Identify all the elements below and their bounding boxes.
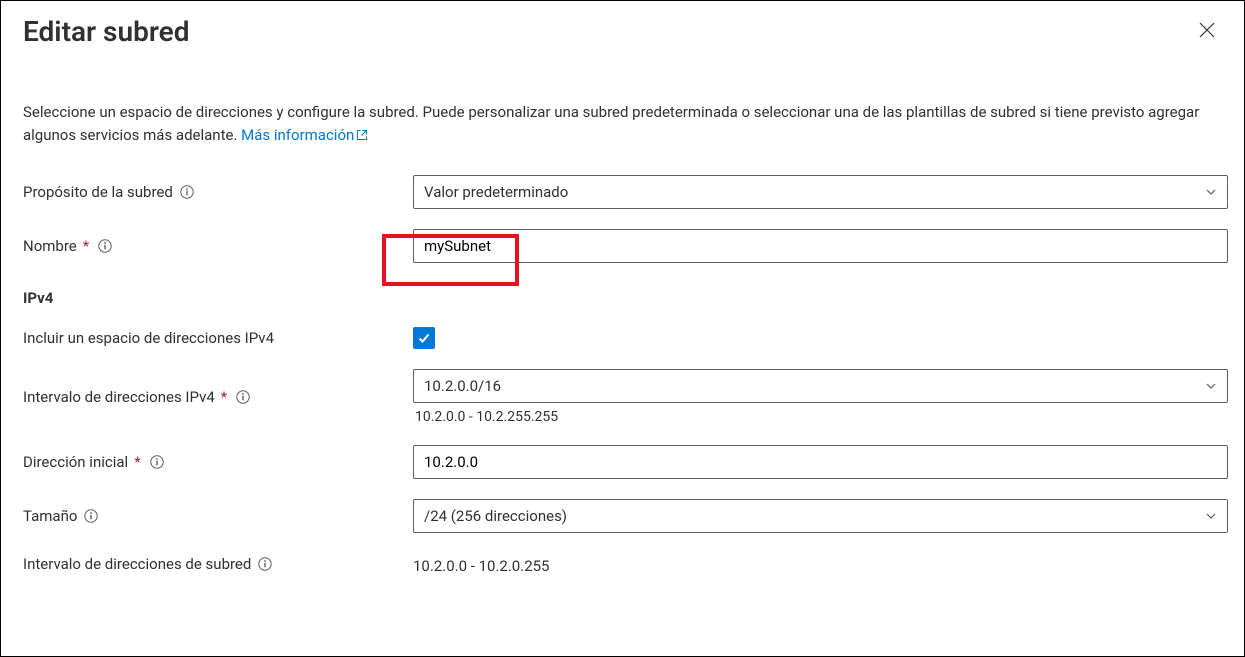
size-select-value: /24 (256 direcciones) <box>424 507 567 525</box>
include-ipv4-checkbox-wrap <box>413 327 1228 349</box>
start-addr-input[interactable] <box>424 453 1217 471</box>
ipv4-range-select[interactable]: 10.2.0.0/16 <box>413 369 1228 403</box>
label-size: Tamaño <box>23 507 393 525</box>
learn-more-link[interactable]: Más información <box>241 126 368 144</box>
label-start-addr: Dirección inicial * <box>23 453 393 471</box>
required-marker: * <box>83 237 89 255</box>
info-icon[interactable] <box>97 238 113 254</box>
panel-header: Editar subred <box>23 15 1222 86</box>
ipv4-range-hint: 10.2.0.0 - 10.2.255.255 <box>413 409 1228 425</box>
close-button[interactable] <box>1192 15 1222 45</box>
name-input[interactable] <box>424 237 1217 255</box>
edit-subnet-panel: Editar subred Seleccione un espacio de d… <box>0 0 1245 657</box>
chevron-down-icon <box>1205 510 1217 522</box>
subnet-range-value: 10.2.0.0 - 10.2.0.255 <box>413 553 1228 575</box>
info-icon[interactable] <box>235 389 251 405</box>
chevron-down-icon <box>1205 186 1217 198</box>
ipv4-range-value: 10.2.0.0/16 <box>424 377 501 395</box>
close-icon <box>1198 21 1216 39</box>
required-marker: * <box>221 388 227 406</box>
info-icon[interactable] <box>179 184 195 200</box>
label-purpose: Propósito de la subred <box>23 183 393 201</box>
info-icon[interactable] <box>149 454 165 470</box>
size-select[interactable]: /24 (256 direcciones) <box>413 499 1228 533</box>
include-ipv4-checkbox[interactable] <box>413 327 435 349</box>
name-input-wrapper[interactable] <box>413 229 1228 263</box>
check-icon <box>417 331 431 345</box>
purpose-select-value: Valor predeterminado <box>424 183 568 201</box>
label-name: Nombre * <box>23 237 393 255</box>
label-include-ipv4: Incluir un espacio de direcciones IPv4 <box>23 329 393 347</box>
ipv4-range-cell: 10.2.0.0/16 10.2.0.0 - 10.2.255.255 <box>413 369 1228 425</box>
ipv4-heading: IPv4 <box>23 289 1228 307</box>
purpose-select[interactable]: Valor predeterminado <box>413 175 1228 209</box>
intro-text: Seleccione un espacio de direcciones y c… <box>23 101 1218 147</box>
info-icon[interactable] <box>257 556 273 572</box>
start-addr-input-wrapper[interactable] <box>413 445 1228 479</box>
info-icon[interactable] <box>83 508 99 524</box>
label-subnet-range: Intervalo de direcciones de subred <box>23 555 393 573</box>
chevron-down-icon <box>1205 380 1217 392</box>
label-ipv4-range: Intervalo de direcciones IPv4 * <box>23 388 393 406</box>
intro-text-body: Seleccione un espacio de direcciones y c… <box>23 103 1199 144</box>
external-link-icon <box>356 125 368 148</box>
required-marker: * <box>134 453 140 471</box>
panel-title: Editar subred <box>23 15 189 48</box>
form-grid: Propósito de la subred Valor predetermin… <box>23 175 1222 575</box>
